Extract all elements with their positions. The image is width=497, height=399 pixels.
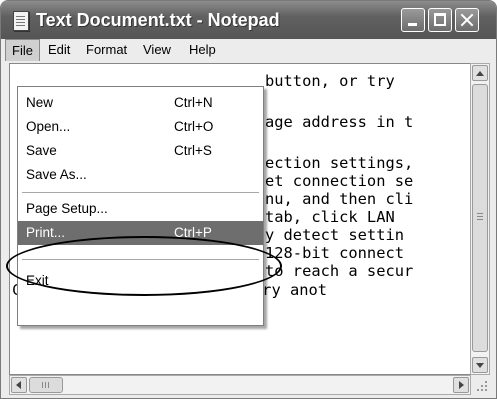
menu-separator xyxy=(22,192,259,193)
menu-item-shortcut: Ctrl+N xyxy=(174,95,213,110)
text-line: nu, and then cli xyxy=(265,190,414,208)
minimize-button[interactable] xyxy=(401,8,425,32)
text-line: button, or try xyxy=(265,72,395,90)
resize-grip-icon[interactable] xyxy=(473,377,489,393)
file-menu-dropdown: New Ctrl+N Open... Ctrl+O Save Ctrl+S Sa… xyxy=(17,86,264,326)
vertical-scroll-thumb[interactable] xyxy=(472,84,488,352)
menu-item-print[interactable]: Print... Ctrl+P xyxy=(18,221,263,245)
menu-item-new[interactable]: New Ctrl+N xyxy=(18,91,263,115)
menu-item-shortcut: Ctrl+O xyxy=(174,119,214,134)
title-bar[interactable]: Text Document.txt - Notepad xyxy=(1,1,496,39)
menu-item-save-as[interactable]: Save As... xyxy=(18,163,263,187)
scroll-up-arrow-icon[interactable] xyxy=(472,65,488,81)
menu-item-page-setup[interactable]: Page Setup... xyxy=(18,197,263,221)
text-line: age address in t xyxy=(265,113,414,131)
menu-item-open[interactable]: Open... Ctrl+O xyxy=(18,115,263,139)
maximize-button[interactable] xyxy=(428,8,452,32)
notepad-icon[interactable] xyxy=(13,11,29,31)
text-line: tab, click LAN xyxy=(265,208,395,226)
menu-item-shortcut: Ctrl+P xyxy=(174,225,212,240)
menu-view[interactable]: View xyxy=(137,39,177,61)
text-line: 128-bit connect xyxy=(265,244,404,262)
window-title: Text Document.txt - Notepad xyxy=(36,10,280,30)
menu-item-label: Exit xyxy=(26,273,49,288)
menu-item-label: Open... xyxy=(26,119,71,134)
vertical-scrollbar[interactable] xyxy=(470,63,490,375)
menu-item-exit[interactable]: Exit xyxy=(18,269,263,293)
text-line: ection settings, xyxy=(265,154,414,172)
text-line: to reach a secur xyxy=(265,262,414,280)
scroll-right-arrow-icon[interactable] xyxy=(453,377,469,393)
menu-item-save[interactable]: Save Ctrl+S xyxy=(18,139,263,163)
menu-edit[interactable]: Edit xyxy=(42,39,76,61)
horizontal-scrollbar[interactable] xyxy=(9,375,471,395)
menu-item-shortcut: Ctrl+S xyxy=(174,143,212,158)
menu-format[interactable]: Format xyxy=(80,39,133,61)
text-line: et connection se xyxy=(265,172,414,190)
scroll-left-arrow-icon[interactable] xyxy=(11,377,27,393)
text-line: y detect settin xyxy=(265,226,404,244)
menu-item-label: Save As... xyxy=(26,167,87,182)
menu-item-label: Print... xyxy=(26,225,66,240)
menu-file[interactable]: File xyxy=(5,39,40,61)
menu-item-label: New xyxy=(26,95,54,110)
menu-separator xyxy=(22,259,259,260)
horizontal-scroll-thumb[interactable] xyxy=(29,377,63,393)
menu-bar: File Edit Format View Help xyxy=(1,39,496,61)
menu-item-label: Page Setup... xyxy=(26,201,108,216)
menu-help[interactable]: Help xyxy=(183,39,222,61)
menu-item-label: Save xyxy=(26,143,57,158)
close-button[interactable] xyxy=(455,8,479,32)
scroll-down-arrow-icon[interactable] xyxy=(472,357,488,373)
